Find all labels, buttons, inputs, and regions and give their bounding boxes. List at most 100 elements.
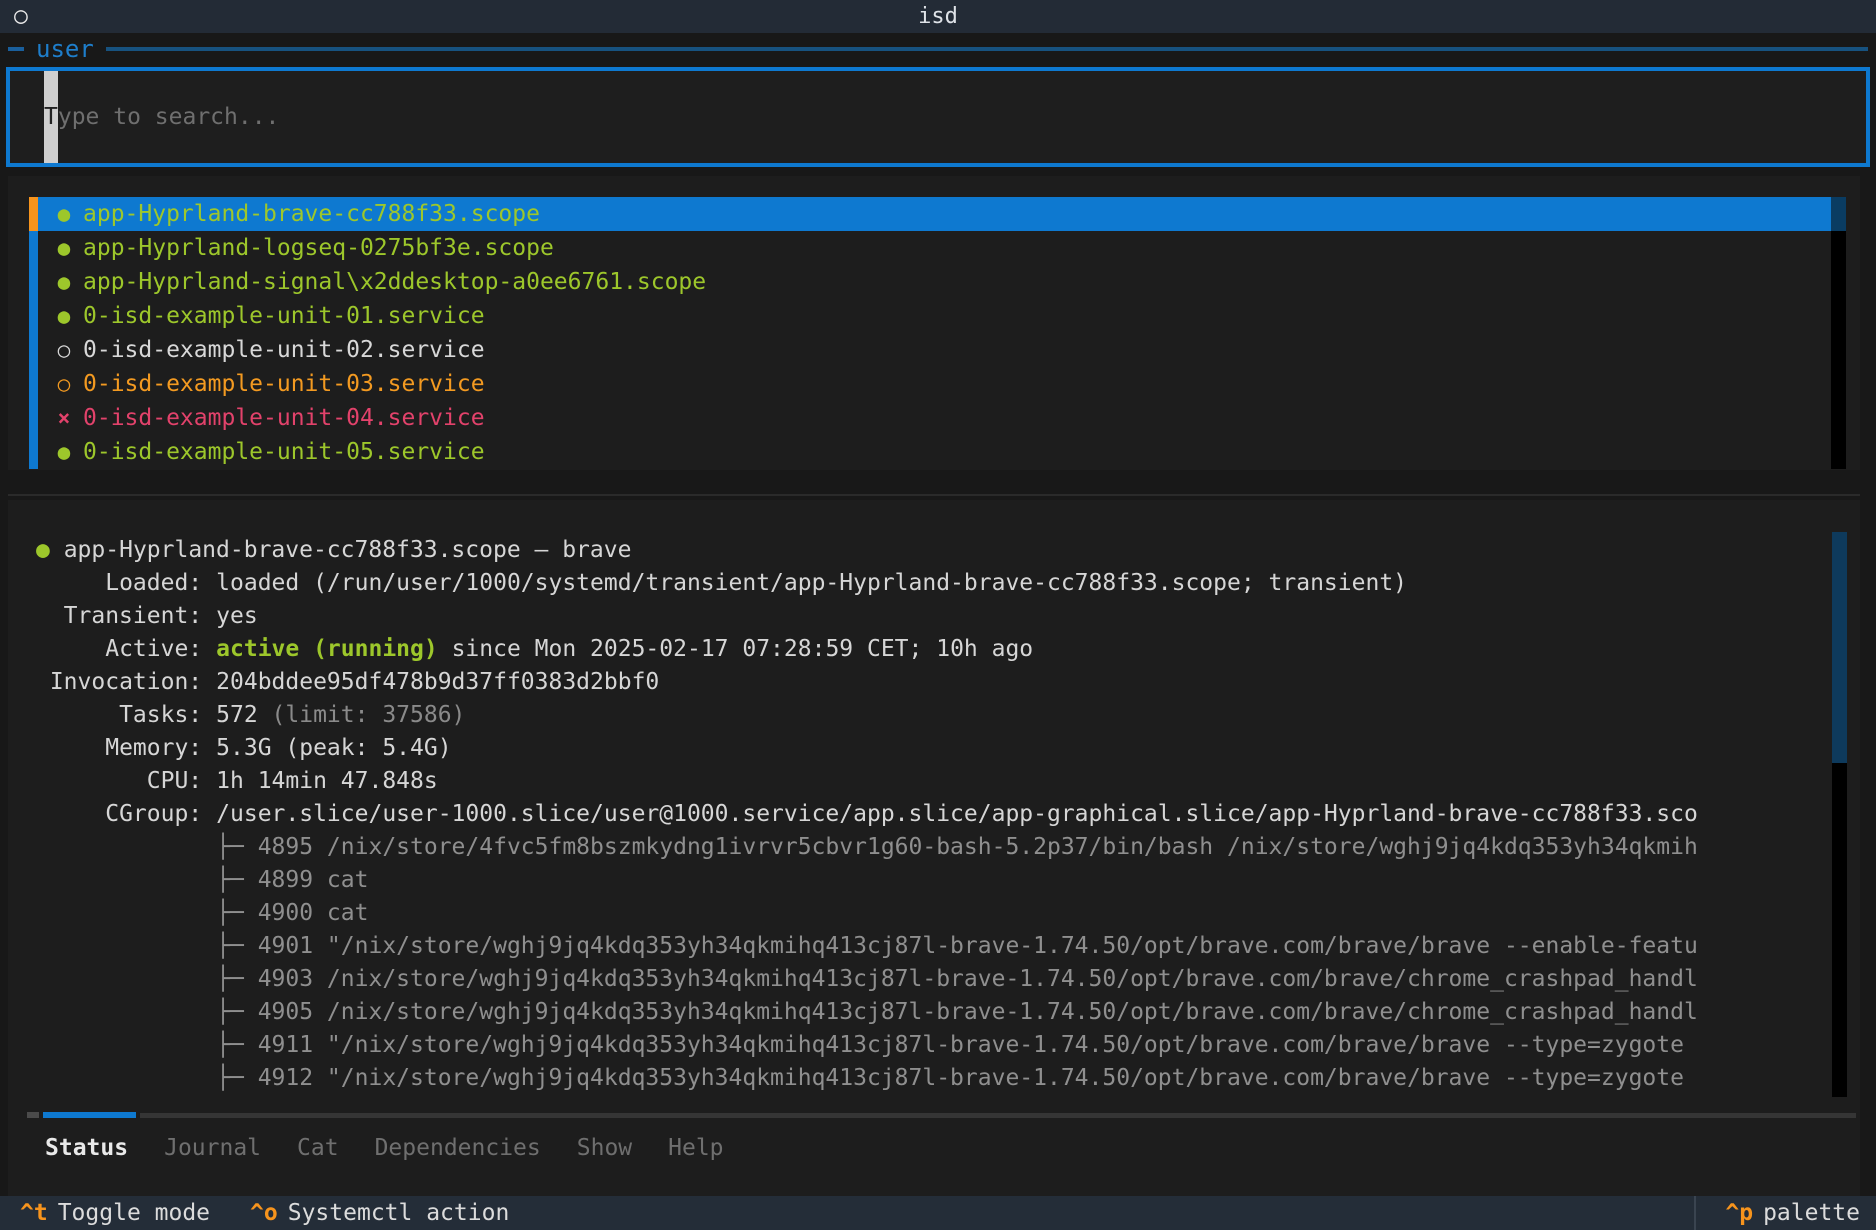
unit-row-body: × 0-isd-example-unit-04.service [38, 401, 1831, 435]
status-field-label: Active: [105, 636, 203, 662]
unit-name: 0-isd-example-unit-03.service [83, 371, 485, 397]
footer-keybinds-right: ^p palette [1725, 1196, 1860, 1230]
isd-app: { "window": { "title": "isd", "icon": "○… [0, 0, 1876, 1230]
status-field-value: 572 (limit: 37586) [216, 702, 465, 728]
unit-row-body: ● 0-isd-example-unit-01.service [38, 299, 1831, 333]
unit-state-icon: × [57, 406, 71, 430]
unit-row-body: ○ 0-isd-example-unit-02.service [38, 333, 1831, 367]
tab-status[interactable]: Status [45, 1130, 128, 1166]
status-field-value: yes [216, 603, 258, 629]
status-field-value-part: 1h 14min 47.848s [216, 768, 438, 794]
status-field-label: CPU: [146, 768, 203, 794]
keybind-label: palette [1763, 1200, 1860, 1226]
status-field-line: Invocation: 204bddee95df478b9d37ff0383d2b… [36, 666, 1830, 699]
text-cursor: T [44, 71, 58, 163]
status-field-line: CGroup: /user.slice/user-1000.slice/user@… [36, 798, 1830, 831]
unit-list-item[interactable]: ● app-Hyprland-logseq-0275bf3e.scope [29, 231, 1831, 265]
unit-list: ● app-Hyprland-brave-cc788f33.scope ● ap… [29, 197, 1846, 469]
cgroup-process-line: ├─ 4900 cat [216, 900, 369, 926]
status-field-line: CPU: 1h 14min 47.848s [36, 765, 1830, 798]
status-field-label: Memory: [105, 735, 203, 761]
unit-list-scrollbar[interactable] [1831, 197, 1846, 469]
keybind-label: Systemctl action [287, 1200, 510, 1226]
footer-keybind[interactable]: ^o Systemctl action [250, 1196, 509, 1230]
unit-state-icon: ● [57, 236, 71, 260]
cgroup-process-line: ├─ 4905 /nix/store/wghj9jq4kdq353yh34qkm… [216, 999, 1698, 1025]
unit-row-marker-bar [29, 299, 38, 333]
status-field-value-part: since Mon 2025-02-17 07:28:59 CET; 10h a… [437, 636, 1034, 662]
tab-help[interactable]: Help [668, 1130, 723, 1166]
unit-name: 0-isd-example-unit-01.service [83, 303, 485, 329]
unit-name: app-Hyprland-signal\x2ddesktop-a0ee6761.… [83, 269, 707, 295]
keybind-label: Toggle mode [57, 1200, 211, 1226]
tab-cat[interactable]: Cat [297, 1130, 339, 1166]
tab-journal[interactable]: Journal [164, 1130, 261, 1166]
status-field-line: Transient: yes [36, 600, 1830, 633]
status-field-value-part: 204bddee95df478b9d37ff0383d2bbf0 [216, 669, 660, 695]
cgroup-process-line: ├─ 4899 cat [216, 867, 369, 893]
unit-list-item[interactable]: ○ 0-isd-example-unit-02.service [29, 333, 1831, 367]
status-fields: Loaded: loaded (/run/user/1000/systemd/tr… [36, 567, 1830, 831]
keybind-key: ^p [1725, 1200, 1754, 1226]
panel-border-rule [105, 47, 1868, 51]
unit-row-body: ○ 0-isd-example-unit-03.service [38, 367, 1831, 401]
cgroup-process-line: ├─ 4911 "/nix/store/wghj9jq4kdq353yh34qk… [216, 1032, 1684, 1058]
footer-keybind[interactable]: ^p palette [1725, 1196, 1860, 1230]
unit-active-icon: ● [36, 537, 64, 563]
status-field-value: loaded (/run/user/1000/systemd/transient… [216, 570, 1407, 596]
unit-name: 0-isd-example-unit-02.service [83, 337, 485, 363]
unit-state-icon: ○ [57, 372, 71, 396]
unit-list-item[interactable]: ● 0-isd-example-unit-05.service [29, 435, 1831, 469]
status-field-label: CGroup: [105, 801, 203, 827]
unit-row-marker-bar [29, 333, 38, 367]
status-scrollbar[interactable] [1832, 532, 1847, 1097]
unit-state-icon: ● [57, 304, 71, 328]
tab-dependencies[interactable]: Dependencies [375, 1130, 541, 1166]
cgroup-process-line: ├─ 4903 /nix/store/wghj9jq4kdq353yh34qkm… [216, 966, 1698, 992]
unit-row-marker-bar [29, 197, 38, 231]
footer-keybinds-left: ^t Toggle mode ^o Systemctl action [20, 1196, 509, 1230]
status-scrollbar-thumb[interactable] [1832, 532, 1847, 763]
unit-list-item[interactable]: ○ 0-isd-example-unit-03.service [29, 367, 1831, 401]
tab-show[interactable]: Show [577, 1130, 632, 1166]
tab-underline-start-cap [27, 1112, 39, 1118]
unit-list-item[interactable]: ● app-Hyprland-signal\x2ddesktop-a0ee676… [29, 265, 1831, 299]
unit-row-marker-bar [29, 367, 38, 401]
status-field-value-part: 5.3G (peak: 5.4G) [216, 735, 452, 761]
status-field-value-part: active (running) [216, 636, 438, 662]
unit-list-item[interactable]: ● app-Hyprland-brave-cc788f33.scope [29, 197, 1831, 231]
panel-border-dash [8, 47, 24, 51]
unit-row-body: ● app-Hyprland-logseq-0275bf3e.scope [38, 231, 1831, 265]
status-field-value-part: loaded (/run/user/1000/systemd/transient… [216, 570, 1408, 596]
status-field-value-part: /user.slice/user-1000.slice/user@1000.se… [216, 801, 1698, 827]
cgroup-tree: ├─ 4895 /nix/store/4fvc5fm8bszmkydng1ivr… [36, 831, 1830, 1095]
unit-row-body: ● app-Hyprland-signal\x2ddesktop-a0ee676… [38, 265, 1831, 299]
unit-row-marker-bar [29, 401, 38, 435]
tab-bar: Status Journal Cat Dependencies Show Help [45, 1130, 724, 1166]
status-field-line: Tasks: 572 (limit: 37586) [36, 699, 1830, 732]
unit-row-body: ● app-Hyprland-brave-cc788f33.scope [38, 197, 1831, 231]
unit-row-marker-bar [29, 435, 38, 469]
unit-list-scrollbar-thumb[interactable] [1831, 197, 1846, 231]
unit-state-icon: ● [57, 202, 71, 226]
search-input[interactable]: Type to search... [6, 67, 1870, 167]
status-field-value: 5.3G (peak: 5.4G) [216, 735, 451, 761]
status-field-value-part: 572 [216, 702, 272, 728]
unit-row-marker-bar [29, 265, 38, 299]
keybind-key: ^t [20, 1200, 48, 1226]
status-field-label: Invocation: [49, 669, 203, 695]
footer-bar: ^t Toggle mode ^o Systemctl action ^p pa… [0, 1196, 1876, 1230]
status-field-value-part: yes [216, 603, 258, 629]
footer-keybind[interactable]: ^t Toggle mode [20, 1196, 210, 1230]
status-field-line: Active: active (running) since Mon 2025-0… [36, 633, 1830, 666]
search-placeholder-text: ype to search... [57, 104, 280, 130]
unit-list-item[interactable]: ● 0-isd-example-unit-01.service [29, 299, 1831, 333]
status-field-line: Memory: 5.3G (peak: 5.4G) [36, 732, 1830, 765]
keybind-key: ^o [250, 1200, 278, 1226]
unit-list-item[interactable]: × 0-isd-example-unit-04.service [29, 401, 1831, 435]
status-field-value: /user.slice/user-1000.slice/user@1000.se… [216, 801, 1698, 827]
unit-row-marker-bar [29, 231, 38, 265]
status-field-value: 204bddee95df478b9d37ff0383d2bbf0 [216, 669, 659, 695]
status-unit-title: app-Hyprland-brave-cc788f33.scope — brav… [63, 537, 632, 563]
status-unit-title-line: ● app-Hyprland-brave-cc788f33.scope — br… [36, 534, 1830, 567]
